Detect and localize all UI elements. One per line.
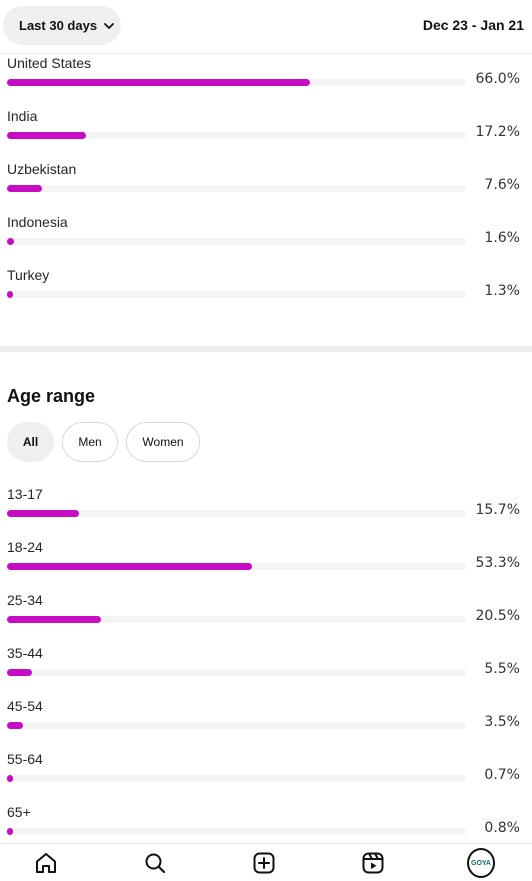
profile-avatar[interactable]: GOYA [467, 848, 495, 878]
bar-fill [7, 775, 13, 782]
bar-track [7, 510, 466, 517]
age-row: 25-34 20.5% [0, 592, 532, 645]
country-row: United States 66.0% [0, 55, 532, 108]
bar-fill [7, 185, 42, 192]
percent-value: 0.8% [484, 820, 520, 836]
age-row: 35-44 5.5% [0, 645, 532, 698]
age-row: 18-24 53.3% [0, 539, 532, 592]
bar-fill [7, 238, 14, 245]
bar-track [7, 775, 466, 782]
bar-track [7, 132, 466, 139]
country-row: Turkey 1.3% [0, 267, 532, 320]
percent-value: 53.3% [475, 555, 520, 571]
date-range-text: Dec 23 - Jan 21 [422, 17, 524, 33]
age-label: 55-64 [7, 751, 43, 767]
bar-track [7, 238, 466, 245]
bar-track [7, 616, 466, 623]
date-range-dropdown[interactable]: Last 30 days [3, 6, 121, 45]
home-icon[interactable] [32, 849, 60, 877]
bar-track [7, 291, 466, 298]
country-label: Turkey [7, 267, 50, 283]
country-label: India [7, 108, 38, 124]
bar-track [7, 669, 466, 676]
top-bar: Last 30 days Dec 23 - Jan 21 [0, 0, 532, 54]
bar-fill [7, 510, 79, 517]
avatar: GOYA [467, 848, 495, 878]
country-label: Uzbekistan [7, 161, 77, 177]
percent-value: 66.0% [475, 71, 520, 87]
age-label: 18-24 [7, 539, 43, 555]
age-row: 45-54 3.5% [0, 698, 532, 751]
percent-value: 17.2% [475, 124, 520, 140]
percent-value: 15.7% [475, 502, 520, 518]
country-label: Indonesia [7, 214, 68, 230]
chevron-down-icon [103, 20, 115, 32]
country-row: India 17.2% [0, 108, 532, 161]
filter-chip-women[interactable]: Women [126, 422, 200, 462]
percent-value: 7.6% [484, 177, 520, 193]
bar-track [7, 563, 466, 570]
age-label: 65+ [7, 804, 31, 820]
country-row: Indonesia 1.6% [0, 214, 532, 267]
percent-value: 0.7% [484, 767, 520, 783]
bar-track [7, 79, 466, 86]
reels-icon[interactable] [359, 849, 387, 877]
date-range-dropdown-label: Last 30 days [19, 18, 98, 33]
age-label: 25-34 [7, 592, 43, 608]
bar-fill [7, 291, 13, 298]
bar-fill [7, 79, 310, 86]
bar-fill [7, 132, 86, 139]
percent-value: 1.6% [484, 230, 520, 246]
country-row: Uzbekistan 7.6% [0, 161, 532, 214]
bar-fill [7, 722, 23, 729]
search-icon[interactable] [141, 849, 169, 877]
age-row: 55-64 0.7% [0, 751, 532, 804]
filter-chip-men[interactable]: Men [62, 422, 118, 462]
age-label: 35-44 [7, 645, 43, 661]
age-row: 13-17 15.7% [0, 486, 532, 539]
bar-fill [7, 828, 13, 835]
section-divider [0, 346, 532, 352]
age-label: 13-17 [7, 486, 43, 502]
percent-value: 5.5% [484, 661, 520, 677]
bar-fill [7, 669, 32, 676]
percent-value: 1.3% [484, 283, 520, 299]
bar-track [7, 185, 466, 192]
bar-track [7, 828, 466, 835]
bar-track [7, 722, 466, 729]
filter-chip-all[interactable]: All [7, 422, 54, 462]
age-label: 45-54 [7, 698, 43, 714]
country-label: United States [7, 55, 92, 71]
age-range-heading: Age range [7, 386, 96, 406]
bottom-nav-bar: GOYA [0, 843, 532, 881]
create-icon[interactable] [250, 849, 278, 877]
percent-value: 3.5% [484, 714, 520, 730]
bar-fill [7, 616, 101, 623]
bar-fill [7, 563, 252, 570]
percent-value: 20.5% [475, 608, 520, 624]
